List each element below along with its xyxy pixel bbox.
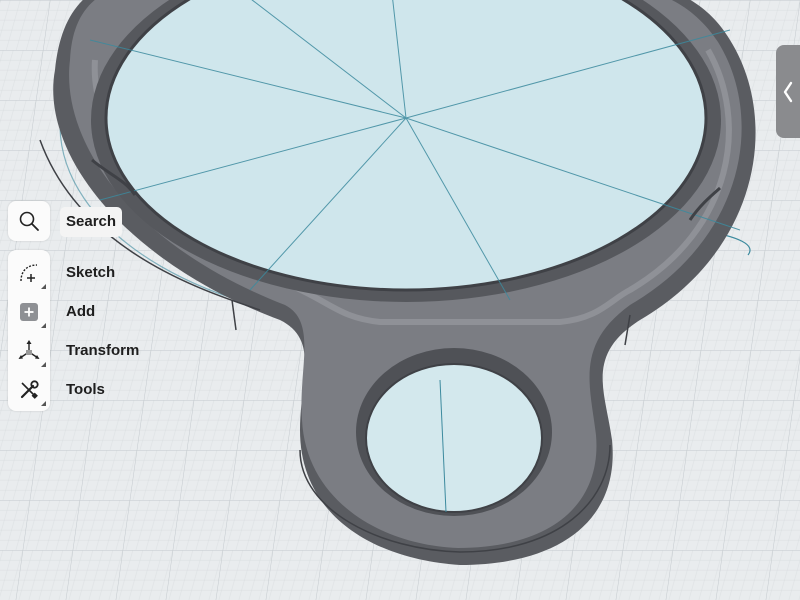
move-axes-icon bbox=[18, 340, 40, 359]
add-button[interactable] bbox=[8, 292, 50, 332]
side-panel-toggle[interactable] bbox=[776, 45, 800, 138]
submenu-indicator-icon bbox=[41, 323, 46, 328]
sketch-arc-plus-icon bbox=[20, 264, 38, 282]
wrench-screwdriver-icon bbox=[20, 380, 39, 399]
chevron-left-icon bbox=[783, 81, 793, 102]
transform-label[interactable]: Transform bbox=[60, 336, 145, 366]
submenu-indicator-icon bbox=[41, 401, 46, 406]
small-ring-hole[interactable] bbox=[356, 348, 552, 516]
submenu-indicator-icon bbox=[41, 284, 46, 289]
submenu-indicator-icon bbox=[41, 362, 46, 367]
sketch-label[interactable]: Sketch bbox=[60, 258, 121, 288]
magnifier-icon bbox=[19, 211, 39, 231]
tools-label[interactable]: Tools bbox=[60, 375, 111, 405]
search-label[interactable]: Search bbox=[60, 207, 123, 237]
sketch-button[interactable] bbox=[8, 253, 50, 293]
add-label[interactable]: Add bbox=[60, 297, 101, 327]
3d-viewport[interactable] bbox=[0, 0, 800, 600]
plus-square-icon bbox=[20, 303, 38, 321]
search-button[interactable] bbox=[8, 201, 50, 241]
transform-button[interactable] bbox=[8, 331, 50, 371]
tools-button[interactable] bbox=[8, 370, 50, 410]
